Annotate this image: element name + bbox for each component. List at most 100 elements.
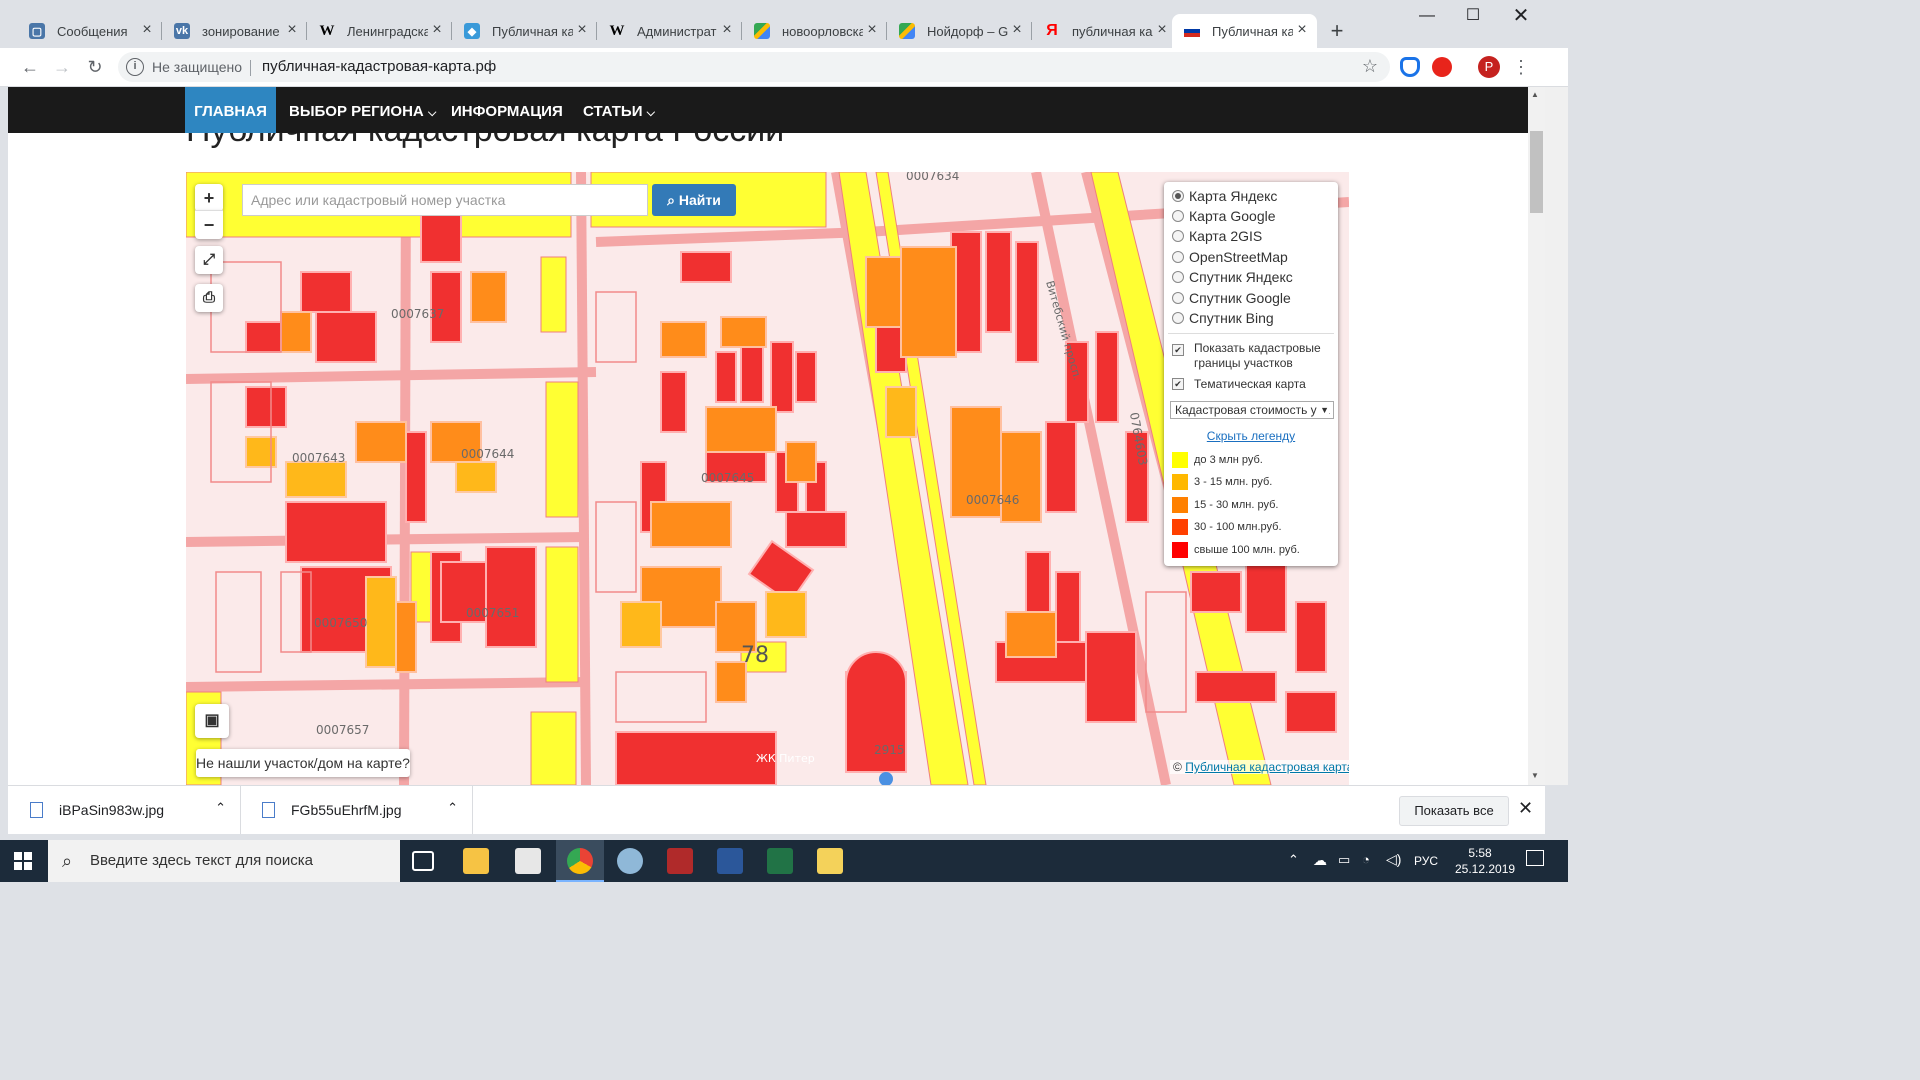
tab-yandex-search[interactable]: Япубличная ка × — [1032, 14, 1177, 48]
radio-button[interactable] — [1172, 271, 1184, 283]
scroll-up-icon[interactable]: ▲ — [1531, 90, 1539, 99]
tab-neudorf[interactable]: Нойдорф – Go × — [887, 14, 1032, 48]
extension-icon[interactable] — [1400, 57, 1420, 77]
reload-button[interactable]: ↻ — [81, 53, 109, 81]
basemap-option[interactable]: OpenStreetMap — [1172, 249, 1288, 265]
input-language[interactable]: РУС — [1414, 854, 1438, 868]
chevron-up-icon[interactable]: ⌃ — [447, 800, 458, 816]
close-icon[interactable]: × — [428, 21, 446, 39]
search-button[interactable]: ⌕ Найти — [652, 184, 736, 216]
security-status[interactable]: Не защищено — [152, 59, 242, 75]
basemap-option[interactable]: Спутник Яндекс — [1172, 269, 1293, 285]
chrome-icon[interactable] — [567, 848, 593, 874]
radio-button[interactable] — [1172, 292, 1184, 304]
tab-public-cadastral-active[interactable]: Публичная ка × — [1172, 14, 1317, 48]
close-icon[interactable]: × — [718, 21, 736, 39]
tab-novoorlovskaya[interactable]: новоорловска × — [742, 14, 887, 48]
tab-leningradskaya[interactable]: W Ленинградска × — [307, 14, 452, 48]
hide-legend-link[interactable]: Скрыть легенду — [1164, 429, 1338, 443]
basemap-option[interactable]: Карта Google — [1172, 208, 1276, 224]
volume-icon[interactable]: ◁) — [1386, 851, 1401, 868]
wifi-icon[interactable]: ◔ — [1362, 852, 1370, 867]
show-borders-toggle[interactable]: ✔ Показать кадастровые границы участков — [1172, 341, 1321, 371]
basemap-option[interactable]: Карта Яндекс — [1172, 188, 1277, 204]
radio-button[interactable] — [1172, 230, 1184, 242]
info-icon[interactable]: i — [126, 58, 144, 76]
new-tab-button[interactable]: + — [1322, 16, 1352, 46]
radio-button[interactable] — [1172, 190, 1184, 202]
basemap-option[interactable]: Карта 2GIS — [1172, 228, 1262, 244]
basemap-option[interactable]: Спутник Google — [1172, 290, 1291, 306]
basemap-option[interactable]: Спутник Bing — [1172, 310, 1274, 326]
excel-icon[interactable] — [767, 848, 793, 874]
taskbar-search-input[interactable]: ⌕ Введите здесь текст для поиска — [48, 840, 400, 882]
forward-button[interactable]: → — [48, 53, 76, 81]
nav-info[interactable]: ИНФОРМАЦИЯ — [451, 87, 563, 133]
word-icon[interactable] — [717, 848, 743, 874]
print-icon[interactable]: ⎙ — [195, 284, 223, 312]
fullscreen-icon[interactable]: ⤢ — [195, 246, 223, 274]
checkbox[interactable]: ✔ — [1172, 344, 1184, 356]
file-explorer-icon[interactable] — [463, 848, 489, 874]
zoom-out-button[interactable]: − — [195, 210, 223, 239]
task-view-icon[interactable] — [412, 851, 434, 871]
bookmark-star-icon[interactable]: ☆ — [1362, 56, 1378, 77]
close-icon[interactable]: × — [1008, 21, 1026, 39]
profile-avatar[interactable]: P — [1478, 56, 1500, 78]
tab-messages[interactable]: ▢ Сообщения × — [17, 14, 162, 48]
checkbox[interactable]: ✔ — [1172, 378, 1184, 390]
winrar-icon[interactable] — [667, 848, 693, 874]
nav-region[interactable]: ВЫБОР РЕГИОНА ⌵ — [289, 87, 436, 133]
maximize-button[interactable]: ☐ — [1450, 0, 1496, 32]
close-icon[interactable]: ✕ — [1518, 798, 1533, 819]
clock[interactable]: 5:58 25.12.2019 — [1455, 845, 1515, 877]
not-found-button[interactable]: Не нашли участок/дом на карте? — [196, 749, 410, 777]
show-all-downloads-button[interactable]: Показать все — [1399, 796, 1509, 826]
close-icon[interactable]: × — [1153, 21, 1171, 39]
nav-home[interactable]: ГЛАВНАЯ — [185, 87, 276, 133]
adblock-icon[interactable] — [1432, 57, 1452, 77]
radio-button[interactable] — [1172, 312, 1184, 324]
tab-zoning[interactable]: vk зонирование × — [162, 14, 307, 48]
legend-item: свыше 100 млн. руб. — [1172, 542, 1300, 558]
radio-button[interactable] — [1172, 251, 1184, 263]
scroll-down-icon[interactable]: ▼ — [1531, 771, 1539, 780]
thematic-map-toggle[interactable]: ✔ Тематическая карта — [1172, 377, 1306, 391]
chevron-up-icon[interactable]: ⌃ — [215, 800, 226, 816]
menu-icon[interactable]: ⋮ — [1512, 57, 1530, 78]
attribution-link[interactable]: Публичная кадастровая карта — [1185, 760, 1349, 774]
download-item[interactable]: iBPaSin983w.jpg ⌃ — [30, 786, 241, 834]
close-icon[interactable]: × — [1293, 21, 1311, 39]
tab-public-cadastral[interactable]: ◆ Публичная ка × — [452, 14, 597, 48]
back-button[interactable]: ← — [16, 53, 44, 81]
download-item[interactable]: FGb55uEhrfM.jpg ⌃ — [262, 786, 473, 834]
folder-icon[interactable] — [817, 848, 843, 874]
zoom-in-button[interactable]: + — [195, 184, 223, 212]
close-icon[interactable]: × — [863, 21, 881, 39]
close-icon[interactable]: × — [283, 21, 301, 39]
radio-button[interactable] — [1172, 210, 1184, 222]
thematic-select[interactable]: Кадастровая стоимость уча ▼ — [1170, 401, 1334, 419]
search-input[interactable]: Адрес или кадастровый номер участка — [242, 184, 648, 216]
cadastral-map[interactable]: 0007637 0007643 0007644 0007645 0007646 … — [186, 172, 1349, 785]
tab-administration[interactable]: W Администрат × — [597, 14, 742, 48]
page-scrollbar[interactable]: ▲ ▼ — [1528, 87, 1545, 785]
layer-switcher-panel: Карта Яндекс Карта Google Карта 2GIS Ope… — [1164, 182, 1338, 566]
paint-icon[interactable] — [617, 848, 643, 874]
url-text[interactable]: публичная-кадастровая-карта.рф — [262, 58, 496, 75]
address-bar[interactable]: i Не защищено публичная-кадастровая-карт… — [118, 52, 1390, 82]
window-close-button[interactable]: ✕ — [1498, 0, 1544, 32]
onedrive-icon[interactable]: ☁ — [1313, 852, 1327, 869]
downloads-bar: iBPaSin983w.jpg ⌃ FGb55uEhrfM.jpg ⌃ Пока… — [8, 785, 1545, 834]
windows-start-icon[interactable] — [14, 852, 32, 870]
ruler-icon[interactable]: ▣ — [195, 704, 229, 738]
battery-icon[interactable]: ▭ — [1338, 852, 1350, 868]
close-icon[interactable]: × — [573, 21, 591, 39]
nav-articles[interactable]: СТАТЬИ ⌵ — [583, 87, 655, 133]
minimize-button[interactable]: — — [1404, 0, 1450, 32]
tray-chevron-up-icon[interactable]: ⌃ — [1288, 852, 1299, 868]
close-icon[interactable]: × — [138, 21, 156, 39]
scrollbar-thumb[interactable] — [1530, 131, 1543, 213]
notifications-icon[interactable] — [1526, 850, 1544, 866]
mail-icon[interactable] — [515, 848, 541, 874]
